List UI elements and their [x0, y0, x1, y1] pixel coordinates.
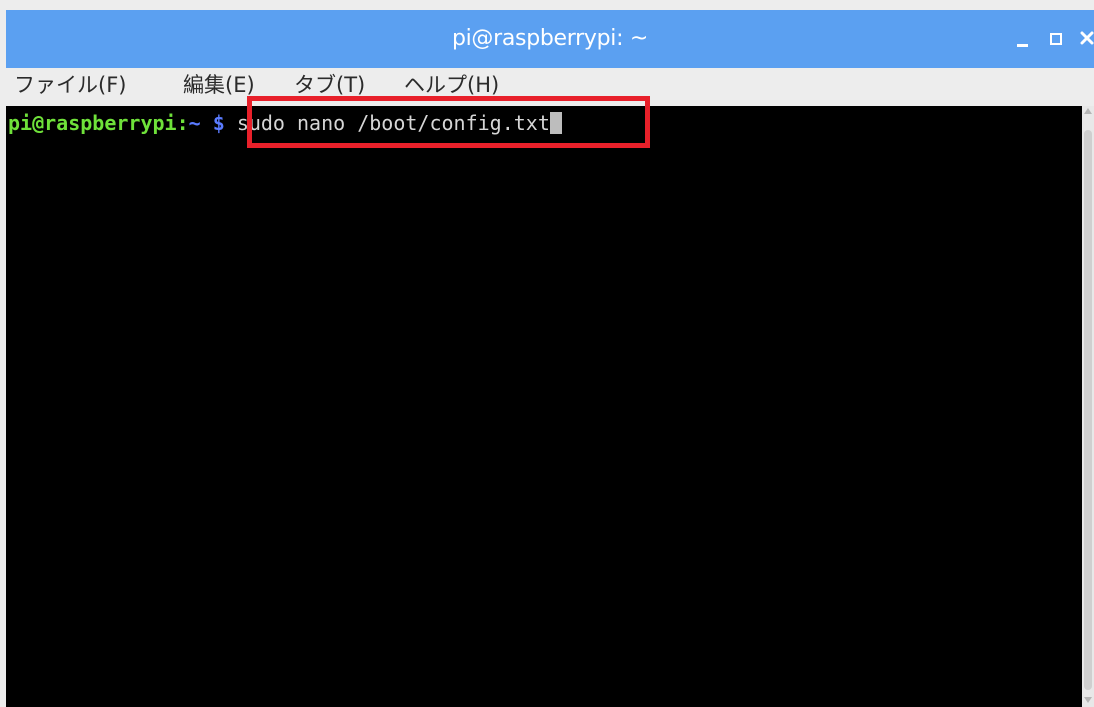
- window-title: pi@raspberrypi: ~: [451, 26, 649, 51]
- prompt-separator: :: [176, 111, 189, 135]
- minimize-button[interactable]: [1008, 10, 1038, 68]
- terminal-output[interactable]: pi@raspberrypi:~ $ sudo nano /boot/confi…: [6, 106, 1082, 707]
- prompt-symbol: $: [212, 111, 225, 135]
- maximize-icon: [1050, 33, 1062, 45]
- minimize-icon: [1017, 44, 1028, 47]
- text-cursor: [549, 112, 562, 134]
- terminal-window: pi@raspberrypi: ~ ファイル(F) 編集(E) タブ(T) ヘル…: [0, 0, 1094, 707]
- title-bar[interactable]: pi@raspberrypi: ~: [6, 10, 1094, 68]
- menu-tab[interactable]: タブ(T): [294, 68, 365, 102]
- menu-help[interactable]: ヘルプ(H): [404, 68, 499, 102]
- close-button[interactable]: [1072, 10, 1094, 68]
- close-icon: [1080, 31, 1094, 45]
- maximize-button[interactable]: [1041, 10, 1071, 68]
- scroll-down-icon[interactable]: [1084, 697, 1092, 703]
- prompt-path: ~: [188, 111, 201, 135]
- command-line: pi@raspberrypi:~ $ sudo nano /boot/confi…: [8, 110, 562, 136]
- menu-bar: ファイル(F) 編集(E) タブ(T) ヘルプ(H): [6, 68, 1094, 106]
- menu-edit[interactable]: 編集(E): [183, 68, 255, 102]
- prompt-user: pi@raspberrypi: [8, 111, 177, 135]
- scroll-thumb[interactable]: [1084, 130, 1092, 690]
- command-text: sudo nano /boot/config.txt: [236, 111, 550, 135]
- scroll-up-icon[interactable]: [1084, 108, 1092, 114]
- menu-file[interactable]: ファイル(F): [14, 68, 126, 102]
- vertical-scrollbar[interactable]: [1082, 106, 1094, 707]
